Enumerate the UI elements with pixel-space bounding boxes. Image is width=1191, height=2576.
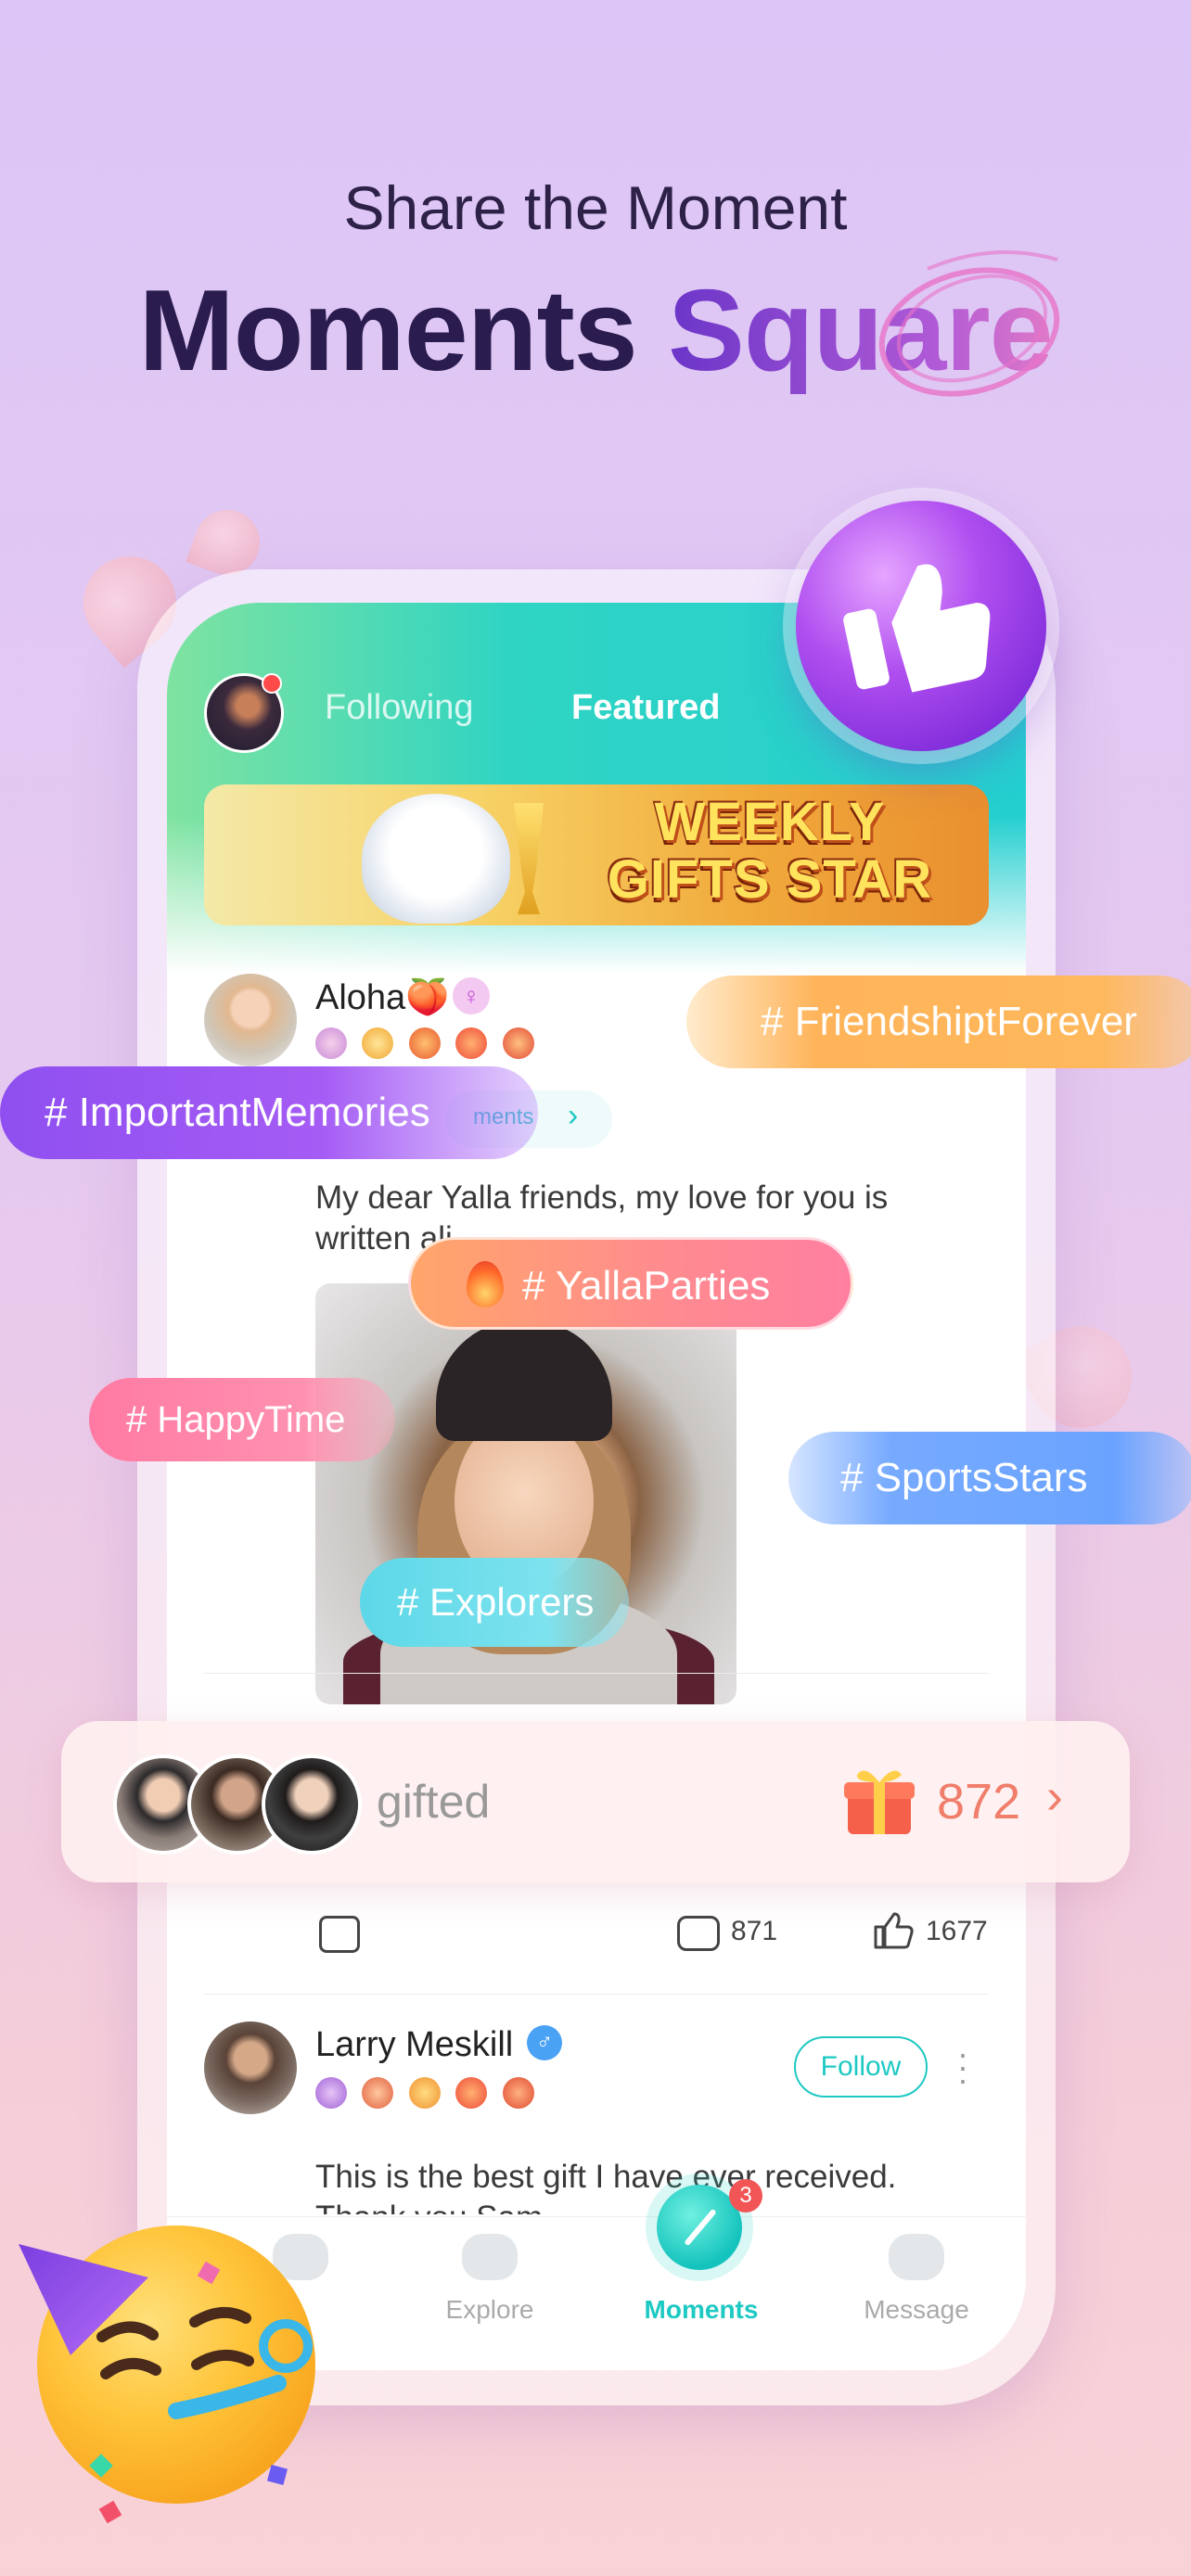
explore-icon (462, 2234, 518, 2280)
thumbs-up-bubble (796, 501, 1046, 751)
post-username[interactable]: Larry Meskill (315, 2025, 513, 2065)
banner-line1: WEEKLY (654, 792, 886, 852)
more-options-icon[interactable]: · · · (957, 2037, 968, 2097)
female-icon: ♀ (453, 977, 490, 1014)
tag-happy-time[interactable]: # HappyTime (89, 1378, 395, 1461)
nav-label: Moments (644, 2295, 759, 2324)
divider (204, 1673, 989, 1674)
post-avatar[interactable] (204, 2021, 297, 2114)
like-icon[interactable] (872, 1910, 915, 1951)
message-icon (889, 2234, 944, 2280)
tab-following[interactable]: Following (325, 688, 474, 728)
confetti-decoration (98, 2500, 122, 2524)
nav-label: Message (864, 2295, 969, 2324)
gifted-label: gifted (377, 1776, 491, 1828)
tag-important-memories[interactable]: # ImportantMemories (0, 1066, 538, 1159)
badge-icon (455, 2077, 488, 2109)
gift-icon (844, 1770, 915, 1834)
moments-badge: 3 (729, 2179, 762, 2213)
badge-icon (408, 1027, 441, 1059)
title-part1: Moments (138, 267, 669, 395)
like-count: 1677 (926, 1916, 988, 1946)
tag-label: # YallaParties (522, 1263, 771, 1308)
comment-icon[interactable] (677, 1916, 720, 1951)
tag-yalla-parties[interactable]: # YallaParties (408, 1237, 853, 1330)
weekly-gifts-banner[interactable]: WEEKLY GIFTS STAR (204, 784, 989, 925)
badge-icon (502, 2077, 534, 2109)
trophy-icon (514, 803, 544, 914)
post-avatar[interactable] (204, 974, 297, 1066)
nav-message[interactable]: Message (824, 2234, 1009, 2325)
badge-icon (455, 1027, 488, 1059)
male-icon: ♂ (527, 2025, 562, 2060)
tab-featured[interactable]: Featured (571, 688, 720, 728)
tag-sports-stars[interactable]: # SportsStars (788, 1432, 1191, 1524)
gift-card[interactable]: gifted 872 › (61, 1721, 1130, 1882)
badge-icon (362, 2077, 394, 2109)
compass-needle (684, 2208, 717, 2247)
badge-row (315, 2077, 545, 2111)
comment-count: 871 (731, 1916, 778, 1946)
fire-icon (467, 1261, 504, 1308)
chevron-right-icon: › (568, 1098, 579, 1133)
badge-icon (315, 2077, 347, 2109)
gift-count: 872 (937, 1774, 1021, 1830)
share-icon[interactable] (319, 1916, 360, 1953)
gifter-avatar (262, 1754, 362, 1855)
photo-hat (436, 1320, 612, 1441)
banner-text: WEEKLY GIFTS STAR (566, 794, 974, 909)
badge-row (315, 1027, 545, 1061)
banner-line2: GIFTS STAR (607, 849, 933, 910)
tag-explorers[interactable]: # Explorers (360, 1558, 629, 1647)
badge-icon (502, 1027, 534, 1059)
post-text: This is the best gift I have ever receiv… (315, 2159, 897, 2214)
chevron-right-icon[interactable]: › (1046, 1767, 1063, 1825)
nav-moments[interactable]: Moments (608, 2295, 794, 2325)
post-username[interactable]: Aloha🍑 (315, 977, 450, 1018)
nav-explore[interactable]: Explore (397, 2234, 583, 2325)
follow-button[interactable]: Follow (794, 2036, 928, 2098)
thumbs-up-icon (843, 564, 991, 693)
tag-friendship[interactable]: # FriendshiptForever (686, 976, 1191, 1068)
nav-label: Explore (445, 2295, 534, 2324)
divider (204, 1994, 989, 1995)
badge-icon (362, 1027, 394, 1059)
notification-dot (262, 673, 282, 694)
mascot-illustration (362, 794, 510, 924)
badge-icon (315, 1027, 347, 1059)
scribble-decoration (878, 250, 1060, 397)
badge-icon (408, 2077, 441, 2109)
